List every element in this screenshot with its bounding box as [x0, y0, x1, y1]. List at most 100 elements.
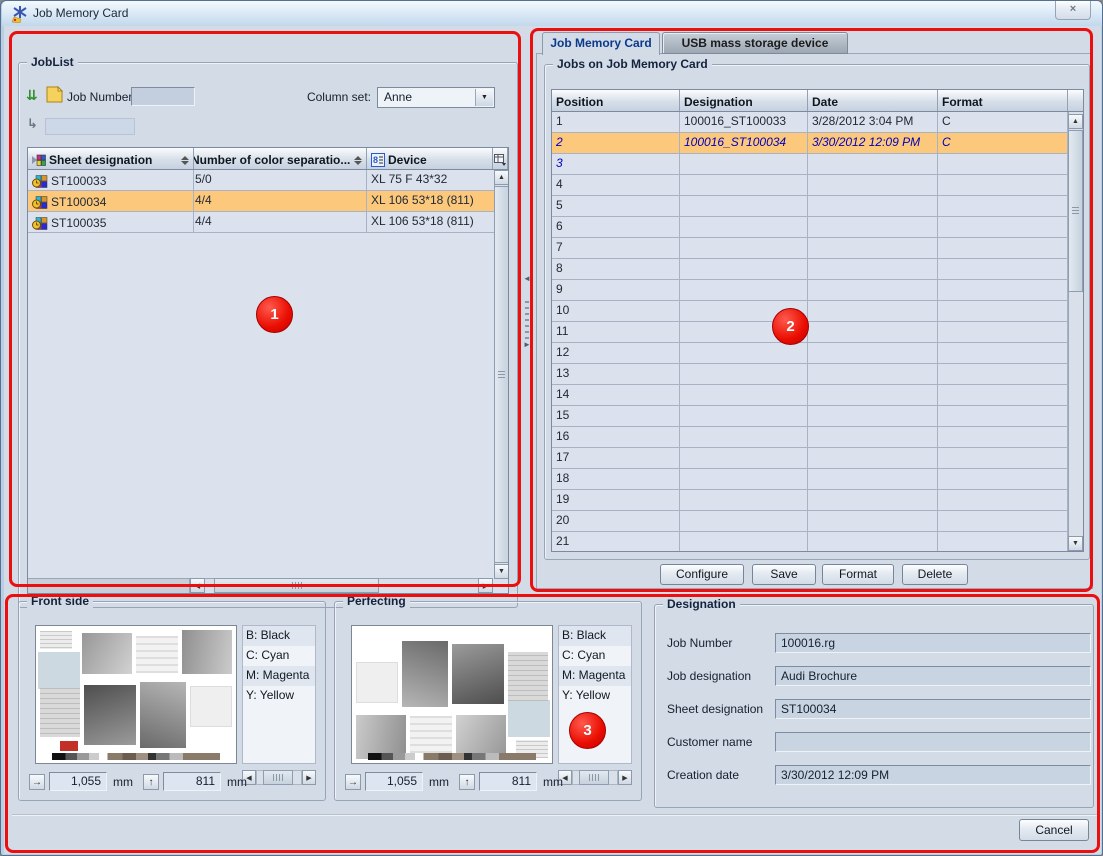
column-header-format[interactable]: Format	[938, 90, 1068, 111]
designation-field-value[interactable]: ST100034	[775, 699, 1091, 719]
color-list-item[interactable]: C: Cyan	[243, 646, 315, 666]
svg-text:8: 8	[373, 155, 378, 165]
perfecting-colors-scroll-right[interactable]: ▶	[618, 770, 632, 785]
jobs-table-row[interactable]: 12	[552, 343, 1083, 364]
jobs-scroll-down[interactable]: ▼	[1068, 536, 1083, 551]
right-arrow-icon: ▶	[622, 774, 627, 782]
front-height-arrow-button[interactable]: ↑	[143, 774, 159, 790]
jobs-table-row[interactable]: 20	[552, 511, 1083, 532]
color-list-item[interactable]: Y: Yellow	[243, 686, 315, 706]
delete-button[interactable]: Delete	[902, 564, 968, 585]
jobs-table-row[interactable]: 11	[552, 322, 1083, 343]
jobs-table-row[interactable]: 13	[552, 364, 1083, 385]
sort-toggle-icon[interactable]	[181, 156, 191, 165]
titlebar[interactable]: Job Memory Card ×	[2, 1, 1103, 26]
cancel-button[interactable]: Cancel	[1019, 819, 1089, 841]
joblist-table-row[interactable]: ST100033 5/0 XL 75 F 43*32	[28, 170, 508, 191]
tree-filter-icon[interactable]: ↳	[27, 116, 38, 132]
column-header-date[interactable]: Date	[808, 90, 938, 111]
column-header-designation[interactable]: Designation	[680, 90, 808, 111]
joblist-scroll-up[interactable]: ▲	[494, 170, 509, 185]
jobs-table-row[interactable]: 16	[552, 427, 1083, 448]
perfecting-height-field[interactable]: 811	[479, 772, 537, 791]
joblist-scroll-down[interactable]: ▼	[494, 564, 509, 579]
jobs-vscroll-thumb[interactable]	[1068, 130, 1083, 292]
designation-field-value[interactable]: Audi Brochure	[775, 666, 1091, 686]
chevron-down-icon: ▼	[481, 94, 488, 101]
splitter-grip[interactable]	[525, 301, 529, 341]
joblist-table-row[interactable]: ST100034 4/4 XL 106 53*18 (811)	[28, 191, 508, 212]
designation-field-value[interactable]: 3/30/2012 12:09 PM	[775, 765, 1091, 785]
column-header-position[interactable]: Position	[552, 90, 680, 111]
designation-field-value[interactable]	[775, 732, 1091, 752]
front-colors-scroll-right[interactable]: ▶	[302, 770, 316, 785]
joblist-scroll-right[interactable]: ▶	[478, 578, 493, 593]
sort-toggle-icon[interactable]	[354, 156, 364, 165]
table-configure-corner[interactable]	[493, 148, 508, 169]
job-number-input[interactable]	[131, 87, 195, 106]
jobs-table-row[interactable]: 1 100016_ST100033 3/28/2012 3:04 PM C	[552, 112, 1083, 133]
jobs-table-row[interactable]: 8	[552, 259, 1083, 280]
jobs-table-row[interactable]: 2 100016_ST100034 3/30/2012 12:09 PM C	[552, 133, 1083, 154]
designation-field-row: Job Number 100016.rg	[667, 633, 1093, 653]
splitter-collapse-right-icon[interactable]: ►	[523, 340, 531, 349]
save-button[interactable]: Save	[752, 564, 816, 585]
tab-usb-mass-storage[interactable]: USB mass storage device	[662, 32, 848, 54]
color-calibration-bar	[52, 753, 220, 760]
color-list-item[interactable]: M: Magenta	[559, 666, 631, 686]
jobs-table-row[interactable]: 15	[552, 406, 1083, 427]
front-height-unit: mm	[227, 775, 247, 789]
front-width-arrow-button[interactable]: →	[29, 774, 45, 790]
jobs-table-row[interactable]: 21	[552, 532, 1083, 552]
column-header-sheet-designation[interactable]: Sheet designation	[28, 148, 194, 169]
up-arrow-icon: ▲	[1072, 118, 1079, 125]
jobs-table-row[interactable]: 5	[552, 196, 1083, 217]
front-height-field[interactable]: 811	[163, 772, 221, 791]
designation-field-value[interactable]: 100016.rg	[775, 633, 1091, 653]
color-list-item[interactable]: Y: Yellow	[559, 686, 631, 706]
front-side-group: Front side B: Black C: Cyan M: Magenta Y…	[18, 601, 326, 801]
jobs-table-row[interactable]: 7	[552, 238, 1083, 259]
perfecting-colors-scroll-thumb[interactable]	[579, 770, 609, 785]
close-button[interactable]: ×	[1055, 1, 1091, 20]
table-config-icon	[494, 154, 506, 166]
column-set-dropdown[interactable]: Anne ▼	[377, 87, 495, 108]
jobs-scroll-up[interactable]: ▲	[1068, 114, 1083, 129]
sheet-row-icon	[32, 217, 48, 230]
column-header-device[interactable]: 8 Device	[367, 148, 493, 169]
column-header-color-separations[interactable]: Number of color separatio...	[194, 148, 367, 169]
jobs-table-row[interactable]: 3	[552, 154, 1083, 175]
jobs-table-row[interactable]: 4	[552, 175, 1083, 196]
column-set-dropdown-arrow[interactable]: ▼	[475, 89, 493, 106]
perfecting-height-arrow-button[interactable]: ↑	[459, 774, 475, 790]
joblist-hscroll-thumb[interactable]	[214, 578, 379, 593]
jobs-table-row[interactable]: 18	[552, 469, 1083, 490]
jobs-table-row[interactable]: 14	[552, 385, 1083, 406]
jobs-table-row[interactable]: 19	[552, 490, 1083, 511]
designation-field-label: Job designation	[667, 669, 775, 683]
jobs-table-row[interactable]: 6	[552, 217, 1083, 238]
color-list-item[interactable]: M: Magenta	[243, 666, 315, 686]
joblist-scroll-left[interactable]: ◀	[190, 578, 205, 593]
splitter-collapse-left-icon[interactable]: ◄	[523, 274, 531, 283]
jobs-table-row[interactable]: 17	[552, 448, 1083, 469]
color-list-item[interactable]: B: Black	[559, 626, 631, 646]
tree-filter-field[interactable]	[45, 118, 135, 135]
format-button[interactable]: Format	[822, 564, 894, 585]
configure-button[interactable]: Configure	[660, 564, 744, 585]
sheet-row-icon	[32, 175, 48, 188]
jobs-table-row[interactable]: 10	[552, 301, 1083, 322]
joblist-table-row[interactable]: ST100035 4/4 XL 106 53*18 (811)	[28, 212, 508, 233]
color-list-item[interactable]: B: Black	[243, 626, 315, 646]
jobs-table-row[interactable]: 9	[552, 280, 1083, 301]
perfecting-width-field[interactable]: 1,055	[365, 772, 423, 791]
perfecting-width-arrow-button[interactable]: →	[345, 774, 361, 790]
sort-descending-icon[interactable]: ⇊	[26, 87, 38, 104]
front-sheet-collage	[36, 626, 236, 763]
color-list-item[interactable]: C: Cyan	[559, 646, 631, 666]
front-colors-scroll-thumb[interactable]	[263, 770, 293, 785]
front-width-field[interactable]: 1,055	[49, 772, 107, 791]
joblist-vscroll-thumb[interactable]	[494, 186, 509, 563]
right-arrow-icon: ▶	[306, 774, 311, 782]
tab-job-memory-card[interactable]: Job Memory Card	[542, 32, 660, 55]
